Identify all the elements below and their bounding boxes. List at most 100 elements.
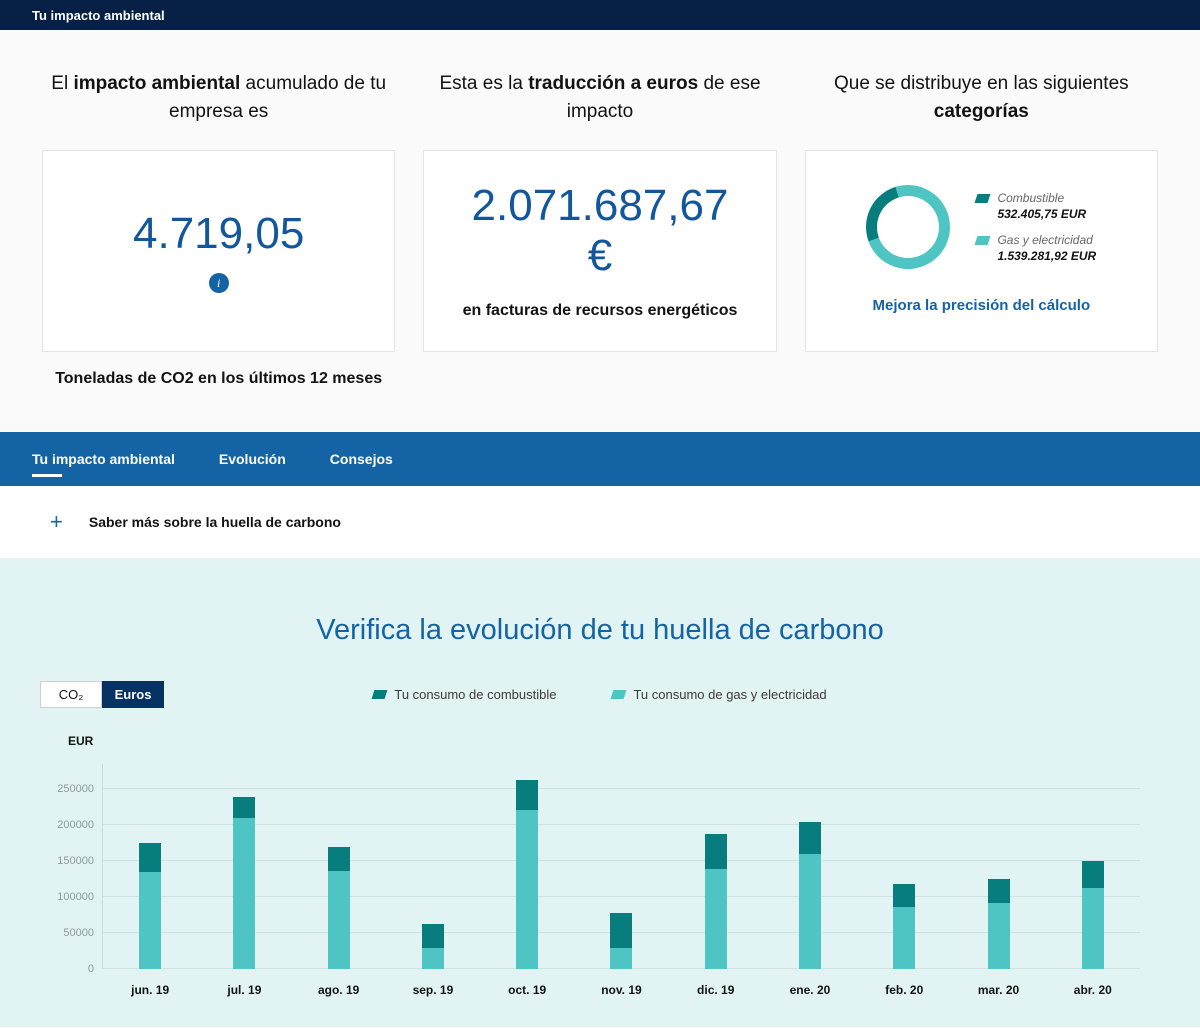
combustible-segment xyxy=(705,834,727,869)
legend-item-combustible: Combustible 532.405,75 EUR xyxy=(976,191,1096,221)
y-tick-label: 0 xyxy=(88,963,94,975)
legend-gas-electricidad: Tu consumo de gas y electricidad xyxy=(612,687,826,702)
stacked-bar[interactable] xyxy=(139,843,161,969)
categories-card: Combustible 532.405,75 EUR Gas y electri… xyxy=(805,150,1158,352)
stacked-bar[interactable] xyxy=(799,822,821,970)
tab-evolucion[interactable]: Evolución xyxy=(219,432,286,486)
chart-legend: Tu consumo de combustible Tu consumo de … xyxy=(0,687,1200,702)
expander-label: Saber más sobre la huella de carbono xyxy=(89,514,341,530)
unit-toggle: CO₂ Euros xyxy=(40,681,164,708)
combustible-segment xyxy=(1082,861,1104,888)
plot-area: jun. 19jul. 19ago. 19sep. 19oct. 19nov. … xyxy=(102,764,1140,969)
y-tick-label: 250000 xyxy=(57,783,94,795)
combustible-legend-icon xyxy=(372,690,388,699)
combustible-segment xyxy=(233,797,255,819)
bar-column: mar. 20 xyxy=(951,764,1045,969)
x-category-label: abr. 20 xyxy=(1074,983,1112,997)
x-category-label: jul. 19 xyxy=(227,983,261,997)
combustible-segment xyxy=(516,780,538,810)
impact-heading: El impacto ambiental acumulado de tu emp… xyxy=(42,70,395,142)
y-tick-label: 100000 xyxy=(57,891,94,903)
summary-section: El impacto ambiental acumulado de tu emp… xyxy=(0,30,1200,432)
y-tick-label: 150000 xyxy=(57,855,94,867)
stacked-bar[interactable] xyxy=(705,834,727,969)
stacked-bar[interactable] xyxy=(233,797,255,970)
combustible-segment xyxy=(328,847,350,871)
bar-column: ene. 20 xyxy=(763,764,857,969)
legend-item-gas-electricidad: Gas y electricidad 1.539.281,92 EUR xyxy=(976,233,1096,263)
bar-column: ago. 19 xyxy=(292,764,386,969)
gas-electricidad-segment xyxy=(799,854,821,969)
impact-card: 4.719,05 i xyxy=(42,150,395,352)
gas-electricidad-legend-icon xyxy=(611,690,627,699)
gas-electricidad-segment xyxy=(705,869,727,970)
combustible-segment xyxy=(988,879,1010,903)
euros-value: 2.071.687,67€ xyxy=(472,181,729,282)
app-header-title: Tu impacto ambiental xyxy=(32,8,165,23)
euros-heading: Esta es la traducción a euros de ese imp… xyxy=(423,70,776,142)
bar-column: oct. 19 xyxy=(480,764,574,969)
x-category-label: ago. 19 xyxy=(318,983,359,997)
improve-precision-link[interactable]: Mejora la precisión del cálculo xyxy=(873,297,1091,314)
bar-column: jun. 19 xyxy=(103,764,197,969)
stacked-bar[interactable] xyxy=(893,884,915,969)
stacked-bar[interactable] xyxy=(988,879,1010,969)
gas-electricidad-segment xyxy=(328,871,350,969)
y-axis: 050000100000150000200000250000 xyxy=(40,764,102,969)
tab-consejos[interactable]: Consejos xyxy=(330,432,393,486)
categories-column: Que se distribuye en las siguientes cate… xyxy=(805,70,1158,390)
plus-icon: + xyxy=(50,509,63,535)
gas-electricidad-segment xyxy=(893,907,915,969)
stacked-bar[interactable] xyxy=(610,913,632,969)
stacked-bar[interactable] xyxy=(328,847,350,969)
gas-electricidad-segment xyxy=(516,810,538,969)
toggle-co2-button[interactable]: CO₂ xyxy=(40,681,102,708)
saber-mas-expander[interactable]: + Saber más sobre la huella de carbono xyxy=(0,486,1200,558)
stacked-bar[interactable] xyxy=(516,780,538,969)
categories-donut-chart xyxy=(866,185,950,269)
main-nav: Tu impacto ambiental Evolución Consejos xyxy=(0,432,1200,486)
x-category-label: dic. 19 xyxy=(697,983,734,997)
evolution-section: Verifica la evolución de tu huella de ca… xyxy=(0,558,1200,1027)
combustible-segment xyxy=(799,822,821,854)
x-category-label: oct. 19 xyxy=(508,983,546,997)
info-icon[interactable]: i xyxy=(209,273,229,293)
x-category-label: jun. 19 xyxy=(131,983,169,997)
active-tab-underline xyxy=(32,474,62,477)
combustible-segment xyxy=(422,924,444,948)
categories-legend: Combustible 532.405,75 EUR Gas y electri… xyxy=(976,191,1096,262)
y-tick-label: 50000 xyxy=(63,927,94,939)
gas-electricidad-segment xyxy=(422,948,444,970)
evolution-chart: EUR 050000100000150000200000250000 jun. … xyxy=(0,734,1200,969)
impact-value: 4.719,05 xyxy=(133,209,304,260)
combustible-flag-icon xyxy=(975,194,991,203)
gas-electricidad-segment xyxy=(1082,888,1104,969)
app-header: Tu impacto ambiental xyxy=(0,0,1200,30)
y-axis-unit-label: EUR xyxy=(68,734,1140,748)
combustible-segment xyxy=(610,913,632,948)
x-category-label: nov. 19 xyxy=(601,983,641,997)
bar-column: dic. 19 xyxy=(669,764,763,969)
euros-card: 2.071.687,67€ en facturas de recursos en… xyxy=(423,150,776,352)
stacked-bar[interactable] xyxy=(1082,861,1104,970)
combustible-value: 532.405,75 EUR xyxy=(997,207,1086,221)
evolution-controls: Tu consumo de combustible Tu consumo de … xyxy=(0,681,1200,708)
stacked-bar[interactable] xyxy=(422,924,444,969)
gas-electricidad-label: Gas y electricidad xyxy=(997,233,1096,249)
gas-electricidad-flag-icon xyxy=(975,236,991,245)
bar-column: feb. 20 xyxy=(857,764,951,969)
euro-symbol: € xyxy=(588,231,612,280)
y-tick-label: 200000 xyxy=(57,819,94,831)
gas-electricidad-segment xyxy=(233,818,255,969)
combustible-segment xyxy=(893,884,915,907)
bar-column: nov. 19 xyxy=(574,764,668,969)
impact-column: El impacto ambiental acumulado de tu emp… xyxy=(42,70,395,390)
bar-column: abr. 20 xyxy=(1046,764,1140,969)
gas-electricidad-segment xyxy=(988,903,1010,969)
tab-tu-impacto-ambiental[interactable]: Tu impacto ambiental xyxy=(32,432,175,486)
toggle-euros-button[interactable]: Euros xyxy=(102,681,164,708)
x-category-label: mar. 20 xyxy=(978,983,1019,997)
gas-electricidad-segment xyxy=(610,948,632,970)
x-category-label: ene. 20 xyxy=(790,983,831,997)
x-category-label: feb. 20 xyxy=(885,983,923,997)
